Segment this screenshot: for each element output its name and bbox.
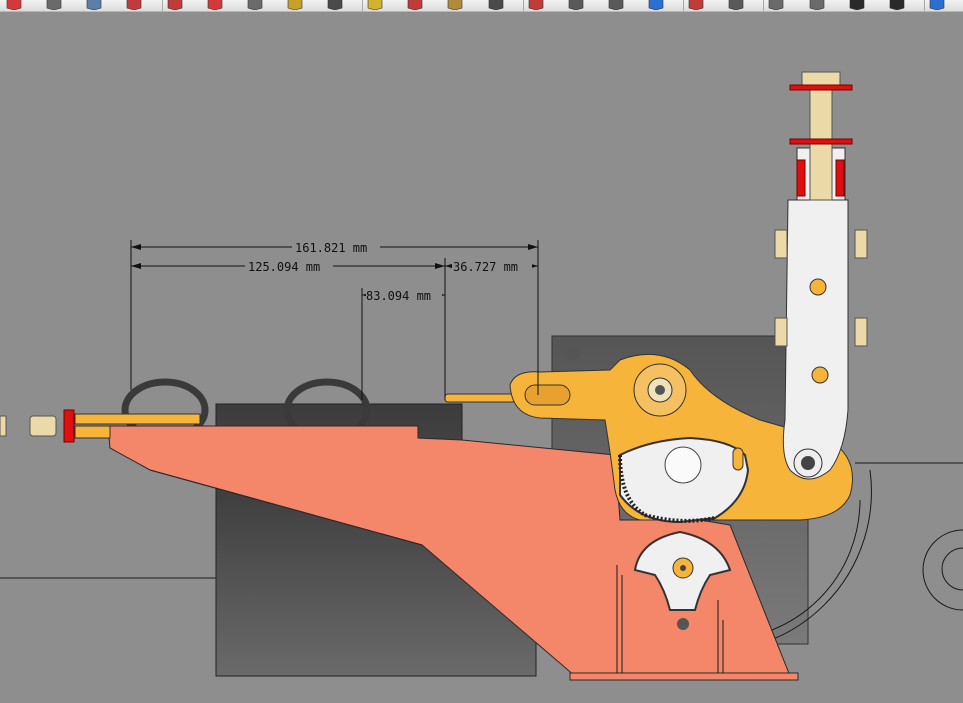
pinion-hole	[680, 565, 686, 571]
camera-icon	[46, 0, 62, 10]
toolbar-separator	[523, 0, 524, 11]
pencil-icon	[86, 0, 102, 10]
arrow-right-button[interactable]	[646, 0, 666, 10]
push-pull-button[interactable]	[165, 0, 185, 10]
side-bolt[interactable]	[854, 317, 868, 347]
pan-icon	[447, 0, 463, 10]
white-link[interactable]	[782, 199, 849, 480]
red-nut[interactable]	[63, 409, 75, 443]
pivot-hole	[655, 385, 665, 395]
link-pivot-bottom-hole	[801, 456, 815, 470]
iso-view-icon	[768, 0, 784, 10]
back-view-button[interactable]	[927, 0, 947, 10]
bolt-head[interactable]	[29, 415, 57, 437]
red-nut[interactable]	[796, 159, 806, 197]
camera-position-icon	[608, 0, 624, 10]
arc-icon	[126, 0, 142, 10]
drawing-canvas[interactable]: 161.821 mm 125.094 mm 36.727 mm 83.094 m…	[0, 12, 963, 703]
toolbar-separator	[924, 0, 925, 11]
spindle-bar[interactable]	[74, 425, 111, 439]
base-foot[interactable]	[569, 672, 799, 681]
link-hole-top[interactable]	[809, 278, 827, 296]
side-bolt[interactable]	[774, 229, 788, 259]
walk-icon	[488, 0, 504, 10]
toolbar-separator	[362, 0, 363, 11]
arc-button[interactable]	[124, 0, 144, 10]
side-bolt[interactable]	[854, 229, 868, 259]
hole-dot	[566, 346, 580, 360]
pin-icon	[327, 0, 343, 10]
pan-button[interactable]	[445, 0, 465, 10]
gear-slot	[732, 447, 744, 471]
paint-button[interactable]	[285, 0, 305, 10]
rotate-button[interactable]	[205, 0, 225, 10]
arrow-right-icon	[648, 0, 664, 10]
push-pull-icon	[167, 0, 183, 10]
zoom-extents-button[interactable]	[526, 0, 546, 10]
toolbar	[0, 0, 963, 12]
dimension-label-right[interactable]: 36.727 mm	[453, 260, 518, 274]
toolbar-separator	[763, 0, 764, 11]
red-washer[interactable]	[789, 138, 853, 145]
camera-position-button[interactable]	[606, 0, 626, 10]
camera-button[interactable]	[44, 0, 64, 10]
top-view-icon	[809, 0, 825, 10]
spindle-bar[interactable]	[74, 413, 201, 425]
section-icon	[568, 0, 584, 10]
orbit-button[interactable]	[405, 0, 425, 10]
settings-button[interactable]	[686, 0, 706, 10]
red-nut[interactable]	[835, 159, 845, 197]
walk-button[interactable]	[486, 0, 506, 10]
link-hole-mid[interactable]	[811, 366, 829, 384]
gear-hole	[664, 446, 702, 484]
box-button[interactable]	[245, 0, 265, 10]
box-icon	[247, 0, 263, 10]
back-view-icon	[929, 0, 945, 10]
toolbar-separator	[683, 0, 684, 11]
tape-button[interactable]	[365, 0, 385, 10]
pin-button[interactable]	[325, 0, 345, 10]
side-bolt[interactable]	[774, 317, 788, 347]
top-view-button[interactable]	[807, 0, 827, 10]
dimension-label-total[interactable]: 161.821 mm	[295, 241, 367, 255]
dimension-label-left[interactable]: 125.094 mm	[248, 260, 320, 274]
zoom-extents-icon	[528, 0, 544, 10]
bolt-head[interactable]	[801, 71, 841, 87]
dimension-label-mid[interactable]: 83.094 mm	[366, 289, 431, 303]
guide-arc	[922, 529, 963, 611]
red-washer[interactable]	[789, 84, 853, 91]
paint-icon	[287, 0, 303, 10]
tape-icon	[367, 0, 383, 10]
hole-dot	[677, 618, 689, 630]
soccer-ball-icon	[728, 0, 744, 10]
right-view-icon	[889, 0, 905, 10]
iso-view-button[interactable]	[766, 0, 786, 10]
orbit-icon	[407, 0, 423, 10]
pencil-button[interactable]	[84, 0, 104, 10]
guide-arc	[941, 547, 963, 591]
model-viewport[interactable]: 161.821 mm 125.094 mm 36.727 mm 83.094 m…	[0, 12, 963, 703]
rotate-icon	[207, 0, 223, 10]
front-view-icon	[849, 0, 865, 10]
bolt-head[interactable]	[0, 415, 7, 437]
arm-slot[interactable]	[524, 384, 571, 406]
undo-button[interactable]	[4, 0, 24, 10]
front-view-button[interactable]	[847, 0, 867, 10]
section-button[interactable]	[566, 0, 586, 10]
soccer-ball-button[interactable]	[726, 0, 746, 10]
right-view-button[interactable]	[887, 0, 907, 10]
toolbar-separator	[162, 0, 163, 11]
undo-icon	[6, 0, 22, 10]
push-rod[interactable]	[444, 393, 516, 403]
settings-icon	[688, 0, 704, 10]
